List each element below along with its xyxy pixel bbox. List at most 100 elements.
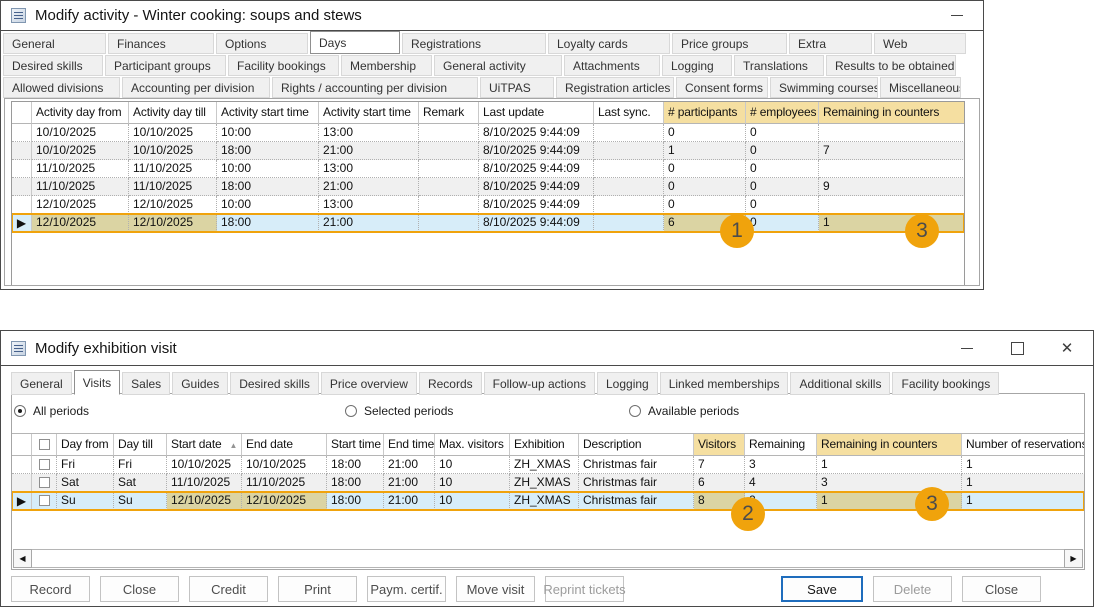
- tab-sales[interactable]: Sales: [122, 372, 170, 395]
- tab-translations[interactable]: Translations: [734, 55, 824, 76]
- column-header-remaining-in-counters[interactable]: Remaining in counters: [817, 434, 962, 456]
- checkbox-icon[interactable]: [39, 459, 50, 470]
- tab-price-groups[interactable]: Price groups: [672, 33, 787, 54]
- titlebar[interactable]: Modify exhibition visit ✕: [1, 331, 1093, 366]
- select-all-cell[interactable]: [32, 434, 57, 456]
- horizontal-scrollbar[interactable]: ◀ ▶: [13, 549, 1083, 568]
- row-selector-cell[interactable]: [12, 474, 32, 492]
- row-selector-cell[interactable]: [12, 160, 32, 178]
- radio-all-periods[interactable]: All periods: [14, 404, 89, 418]
- row-selector-cell[interactable]: ▶: [12, 214, 32, 232]
- column-header-end-date[interactable]: End date: [242, 434, 327, 456]
- tab-days[interactable]: Days: [310, 31, 400, 54]
- table-row[interactable]: 10/10/202510/10/202510:0013:008/10/2025 …: [12, 124, 964, 142]
- tab-accounting-per-division[interactable]: Accounting per division: [122, 77, 270, 98]
- row-selector-cell[interactable]: [12, 124, 32, 142]
- tab-logging[interactable]: Logging: [597, 372, 658, 395]
- row-selector-cell[interactable]: [12, 196, 32, 214]
- row-checkbox-cell[interactable]: [32, 474, 57, 492]
- record-button[interactable]: Record: [11, 576, 90, 602]
- column-header-remark[interactable]: Remark: [419, 102, 479, 124]
- tab-registrations[interactable]: Registrations: [402, 33, 546, 54]
- column-header-max-visitors[interactable]: Max. visitors: [435, 434, 510, 456]
- row-selector-cell[interactable]: ▶: [12, 492, 32, 510]
- tab-follow-up-actions[interactable]: Follow-up actions: [484, 372, 595, 395]
- print-button[interactable]: Print: [278, 576, 357, 602]
- row-checkbox-cell[interactable]: [32, 456, 57, 474]
- tab-price-overview[interactable]: Price overview: [321, 372, 417, 395]
- credit-button[interactable]: Credit: [189, 576, 268, 602]
- tab-records[interactable]: Records: [419, 372, 482, 395]
- column-header-visitors[interactable]: Visitors: [694, 434, 745, 456]
- column-header-day-till[interactable]: Day till: [114, 434, 167, 456]
- row-checkbox-cell[interactable]: [32, 492, 57, 510]
- column-header-description[interactable]: Description: [579, 434, 694, 456]
- column-header-participants[interactable]: # participants: [664, 102, 746, 124]
- tab-registration-articles[interactable]: Registration articles: [556, 77, 674, 98]
- scrollbar-thumb[interactable]: [32, 549, 1064, 568]
- tab-miscellaneous[interactable]: Miscellaneous: [880, 77, 961, 98]
- tab-desired-skills[interactable]: Desired skills: [230, 372, 319, 395]
- tab-swimming-courses[interactable]: Swimming courses: [770, 77, 878, 98]
- row-selector-cell[interactable]: [12, 456, 32, 474]
- scroll-left-icon[interactable]: ◀: [13, 549, 32, 568]
- table-row[interactable]: 11/10/202511/10/202510:0013:008/10/2025 …: [12, 160, 964, 178]
- tab-logging[interactable]: Logging: [662, 55, 732, 76]
- tab-guides[interactable]: Guides: [172, 372, 228, 395]
- column-header-day-from[interactable]: Day from: [57, 434, 114, 456]
- scroll-right-icon[interactable]: ▶: [1064, 549, 1083, 568]
- radio-available-periods[interactable]: Available periods: [629, 404, 739, 418]
- tab-facility-bookings[interactable]: Facility bookings: [892, 372, 999, 395]
- tab-participant-groups[interactable]: Participant groups: [105, 55, 226, 76]
- column-header-end-time[interactable]: End time: [384, 434, 435, 456]
- checkbox-icon[interactable]: [39, 477, 50, 488]
- column-header-exhibition[interactable]: Exhibition: [510, 434, 579, 456]
- close-button[interactable]: Close: [100, 576, 179, 602]
- tab-rights-accounting-per-division[interactable]: Rights / accounting per division: [272, 77, 478, 98]
- tab-finances[interactable]: Finances: [108, 33, 214, 54]
- tab-general[interactable]: General: [3, 33, 106, 54]
- column-header-activity-day-from[interactable]: Activity day from: [32, 102, 129, 124]
- tab-web[interactable]: Web: [874, 33, 966, 54]
- tab-general-activity[interactable]: General activity: [434, 55, 562, 76]
- tab-loyalty-cards[interactable]: Loyalty cards: [548, 33, 670, 54]
- tab-extra[interactable]: Extra: [789, 33, 872, 54]
- tab-options[interactable]: Options: [216, 33, 308, 54]
- column-header-employees[interactable]: # employees: [746, 102, 819, 124]
- column-header-start-date[interactable]: Start date▲: [167, 434, 242, 456]
- checkbox-icon[interactable]: [39, 495, 50, 506]
- tab-uitpas[interactable]: UiTPAS: [480, 77, 554, 98]
- close-button[interactable]: Close: [962, 576, 1041, 602]
- row-selector-cell[interactable]: [12, 142, 32, 160]
- move-visit-button[interactable]: Move visit: [456, 576, 535, 602]
- minimize-icon[interactable]: [949, 8, 965, 24]
- table-row[interactable]: ▶12/10/202512/10/202518:0021:008/10/2025…: [12, 214, 964, 232]
- column-header-last-update[interactable]: Last update: [479, 102, 594, 124]
- tab-additional-skills[interactable]: Additional skills: [790, 372, 890, 395]
- column-header-number-of-reservations[interactable]: Number of reservations: [962, 434, 1084, 456]
- tab-visits[interactable]: Visits: [74, 370, 120, 395]
- column-header-activity-start-time[interactable]: Activity start time: [319, 102, 419, 124]
- tab-linked-memberships[interactable]: Linked memberships: [660, 372, 789, 395]
- close-icon[interactable]: ✕: [1059, 340, 1075, 356]
- table-row[interactable]: 12/10/202512/10/202510:0013:008/10/2025 …: [12, 196, 964, 214]
- row-selector-cell[interactable]: [12, 178, 32, 196]
- tab-facility-bookings[interactable]: Facility bookings: [228, 55, 339, 76]
- table-row[interactable]: FriFri10/10/202510/10/202518:0021:0010ZH…: [12, 456, 1084, 474]
- tab-membership[interactable]: Membership: [341, 55, 432, 76]
- column-header-remaining-in-counters[interactable]: Remaining in counters: [819, 102, 965, 124]
- titlebar[interactable]: Modify activity - Winter cooking: soups …: [1, 1, 983, 31]
- tab-consent-forms[interactable]: Consent forms: [676, 77, 768, 98]
- table-row[interactable]: 11/10/202511/10/202518:0021:008/10/2025 …: [12, 178, 964, 196]
- reprint-tickets-button[interactable]: Reprint tickets: [545, 576, 624, 602]
- column-header-last-sync[interactable]: Last sync.: [594, 102, 664, 124]
- paym-certif-button[interactable]: Paym. certif.: [367, 576, 446, 602]
- tab-general[interactable]: General: [11, 372, 72, 395]
- tab-desired-skills[interactable]: Desired skills: [3, 55, 103, 76]
- column-header-remaining[interactable]: Remaining: [745, 434, 817, 456]
- tab-results-to-be-obtained[interactable]: Results to be obtained: [826, 55, 956, 76]
- radio-selected-periods[interactable]: Selected periods: [345, 404, 453, 418]
- tab-allowed-divisions[interactable]: Allowed divisions: [3, 77, 120, 98]
- save-button[interactable]: Save: [781, 576, 863, 602]
- tab-attachments[interactable]: Attachments: [564, 55, 660, 76]
